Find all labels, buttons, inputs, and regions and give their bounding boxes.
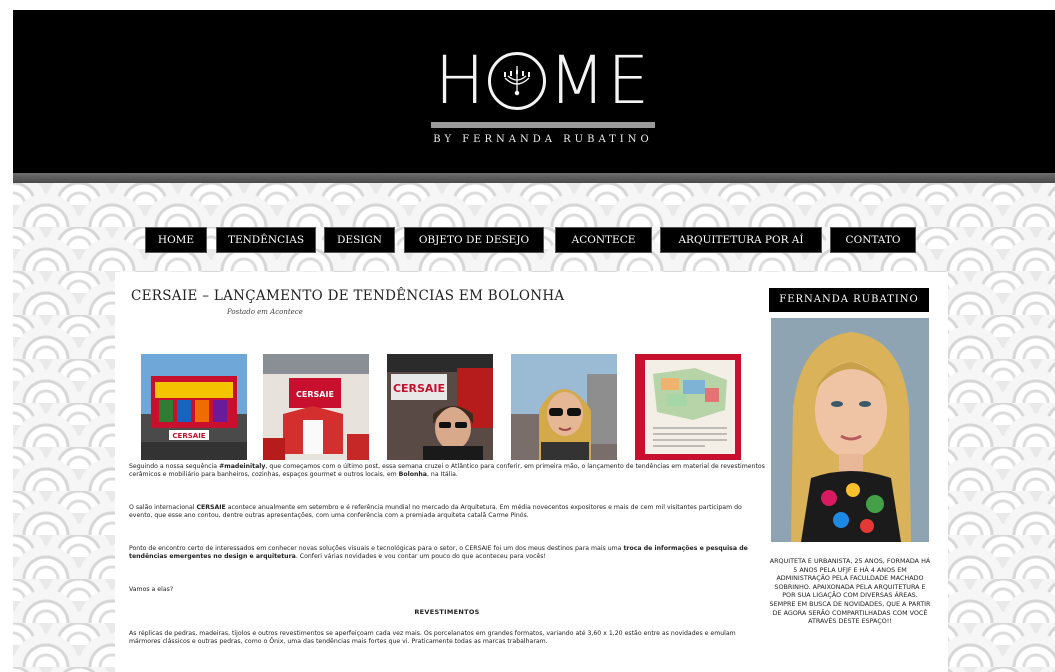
- post-paragraph-1: Seguindo a nossa sequência #madeinitaly,…: [129, 463, 765, 478]
- nav-item-contato[interactable]: CONTATO: [831, 228, 915, 252]
- logo-letter-h: H: [434, 42, 487, 119]
- section-subheading: REVESTIMENTOS: [414, 608, 480, 616]
- text-bold: Bolonha: [398, 470, 427, 478]
- nav-item-objeto-de-desejo[interactable]: OBJETO DE DESEJO: [405, 228, 543, 252]
- photo-caption: CERSAIE: [393, 382, 445, 395]
- site-header: H ME BY FERNANDA RUBATINO: [13, 10, 1055, 173]
- author-bio: Arquiteta e urbanista, 25 anos, formada …: [769, 557, 931, 626]
- photo-caption: CERSAIE: [296, 390, 334, 399]
- text-span: Seguindo a nossa sequência: [129, 463, 220, 470]
- chandelier-icon: [488, 52, 547, 110]
- nav-item-acontece[interactable]: ACONTECE: [556, 228, 651, 252]
- post-paragraph-4: Vamos a elas?: [129, 586, 174, 593]
- selfie-photo[interactable]: [511, 354, 617, 460]
- text-span: , na Itália.: [426, 470, 458, 478]
- author-photo: [771, 318, 929, 542]
- nav-item-home[interactable]: HOME: [146, 228, 206, 252]
- site-logo[interactable]: H ME BY FERNANDA RUBATINO: [423, 48, 663, 158]
- header-strip: [13, 173, 1055, 183]
- post-paragraph-2: O salão internacional CERSAIE acontece a…: [129, 504, 765, 519]
- nav-item-tendencias[interactable]: TENDÊNCIAS: [217, 228, 315, 252]
- cersaie-booth-photo[interactable]: CERSAIE: [263, 354, 369, 460]
- sidebar-title: FERNANDA RUBATINO: [769, 288, 929, 312]
- logo-wordmark: H ME: [423, 48, 663, 114]
- map-photo[interactable]: [635, 354, 741, 460]
- hashtag-link[interactable]: #madeinitaly: [219, 463, 265, 470]
- photo-caption: CERSAIE: [172, 432, 205, 440]
- post-paragraph-3: Ponto de encontro certo de interessados …: [129, 545, 765, 560]
- post-meta[interactable]: Postado em Acontece: [227, 308, 303, 316]
- logo-divider: [431, 122, 655, 128]
- nav-item-arquitetura-por-ai[interactable]: ARQUITETURA POR AÍ: [661, 228, 821, 252]
- text-span: . Conferi várias novidades e vou contar …: [295, 552, 546, 560]
- cersaie-stand-photo[interactable]: CERSAIE: [141, 354, 247, 460]
- main-nav: HOME TENDÊNCIAS DESIGN OBJETO DE DESEJO …: [0, 228, 1055, 254]
- logo-letters-me: ME: [548, 42, 652, 119]
- logo-subtitle: BY FERNANDA RUBATINO: [433, 134, 653, 145]
- text-bold: CERSAIE: [196, 504, 226, 511]
- post-title[interactable]: CERSAIE – LANÇAMENTO DE TENDÊNCIAS EM BO…: [131, 288, 564, 304]
- text-span: Ponto de encontro certo de interessados …: [129, 545, 624, 552]
- nav-item-design[interactable]: DESIGN: [325, 228, 394, 252]
- cersaie-entrance-photo[interactable]: CERSAIE: [387, 354, 493, 460]
- post-paragraph-5: As réplicas de pedras, madeiras, tijolos…: [129, 630, 736, 645]
- text-span: O salão internacional: [129, 504, 197, 511]
